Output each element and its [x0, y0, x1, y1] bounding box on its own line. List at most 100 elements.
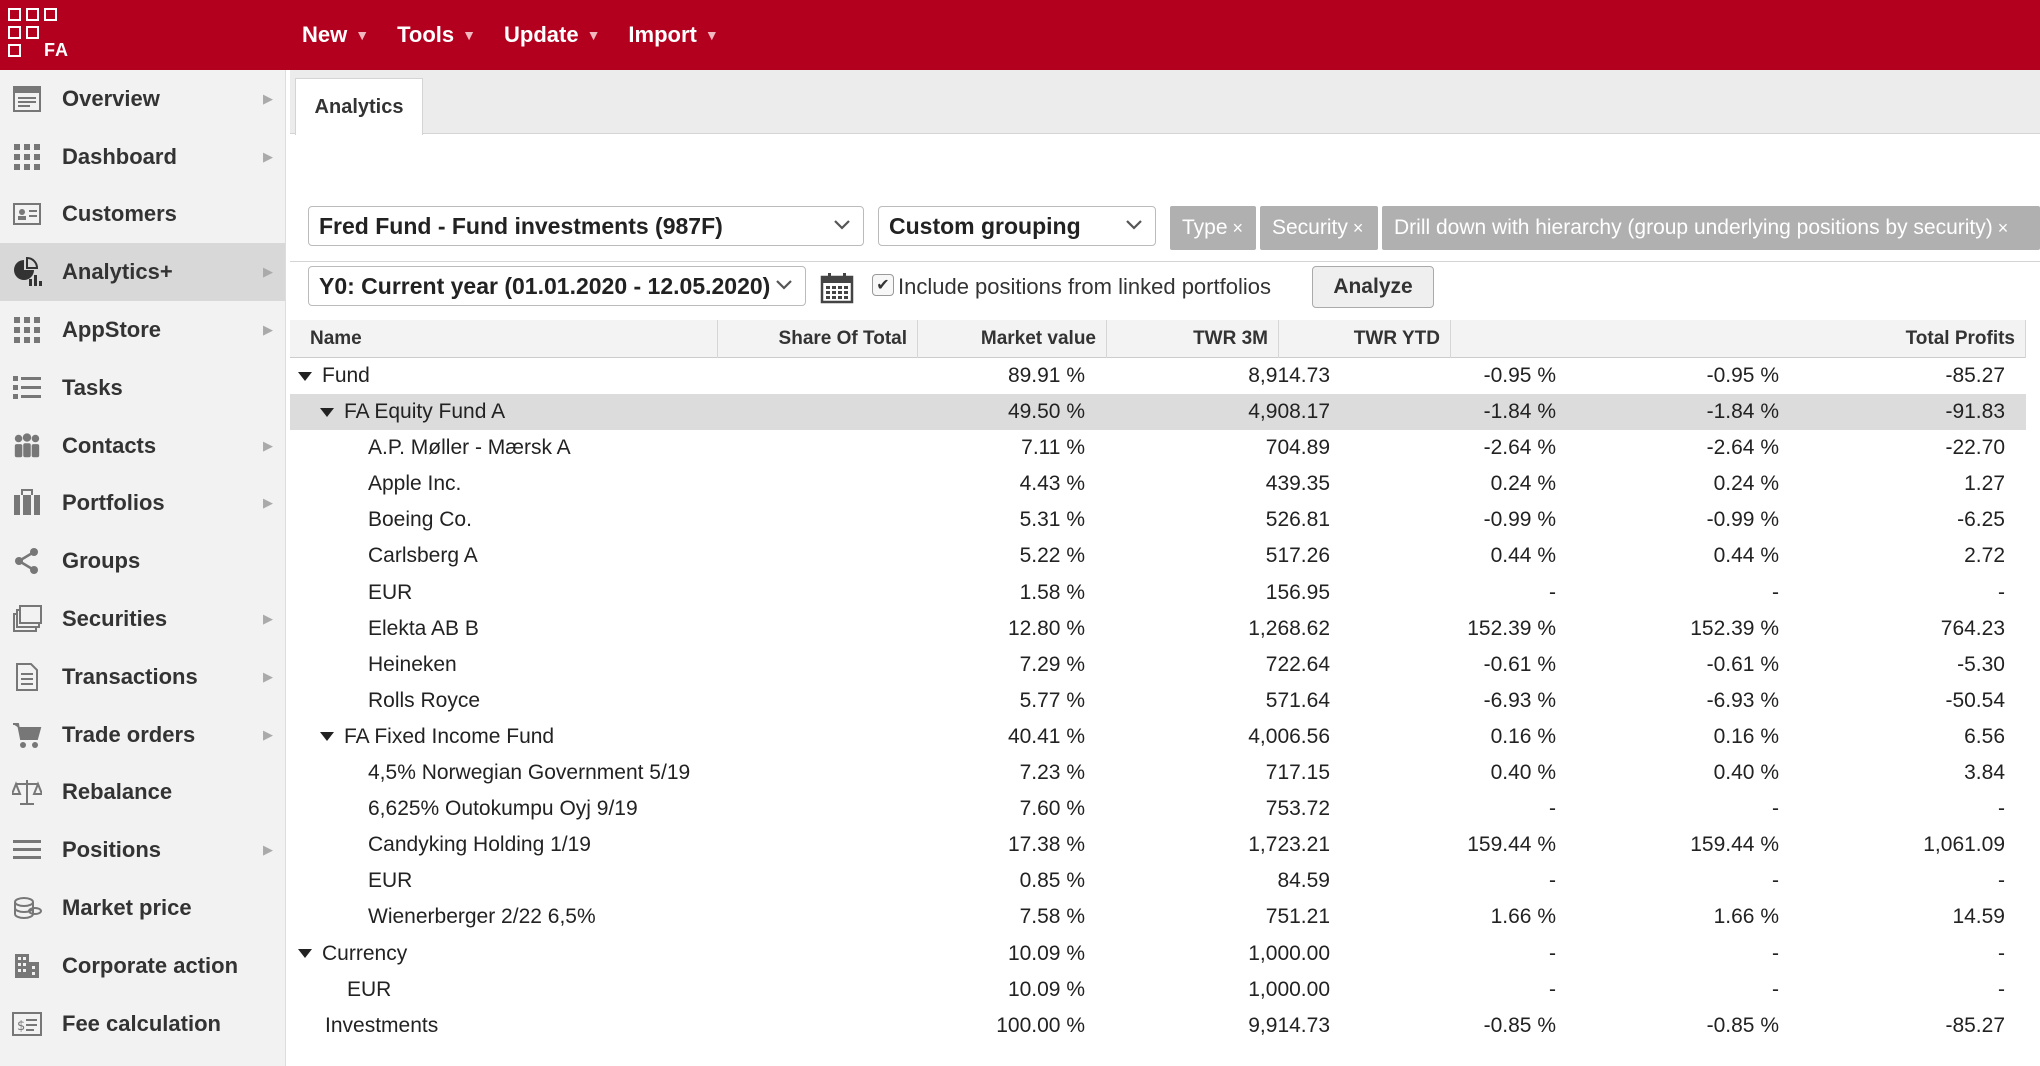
- table-row[interactable]: Wienerberger 2/22 6,5% 7.58 % 751.21 1.66 %…: [290, 899, 2026, 935]
- column-header-share-of-total[interactable]: Share Of Total: [718, 320, 918, 358]
- table-row[interactable]: 4,5% Norwegian Government 5/19 7.23 % 717.…: [290, 755, 2026, 791]
- remove-tag-icon[interactable]: ×: [1233, 218, 1244, 239]
- sidebar-item-tasks[interactable]: Tasks: [0, 359, 285, 417]
- sidebar-item-dashboard[interactable]: Dashboard ▶: [0, 128, 285, 186]
- table-row[interactable]: Boeing Co. 5.31 % 526.81 -0.99 % -0.99 % -6.2…: [290, 502, 2026, 538]
- cell-twr3m: 152.39 %: [1467, 616, 1556, 640]
- period-select[interactable]: Y0: Current year (01.01.2020 - 12.05.202…: [308, 266, 806, 306]
- fa-logo[interactable]: FA: [8, 8, 68, 60]
- grouping-tag-security[interactable]: Security ×: [1260, 206, 1378, 250]
- table-row[interactable]: Carlsberg A 5.22 % 517.26 0.44 % 0.44 % 2.72: [290, 538, 2026, 574]
- sidebar-item-analytics[interactable]: Analytics+ ▶: [0, 243, 285, 302]
- menu-update[interactable]: Update ▼: [504, 22, 600, 48]
- table-row[interactable]: EUR 1.58 % 156.95 - - -: [290, 575, 2026, 611]
- cell-mv: 722.64: [1265, 652, 1330, 676]
- sidebar-item-contacts[interactable]: Contacts ▶: [0, 417, 285, 475]
- include-linked-checkbox[interactable]: ✔: [872, 274, 894, 296]
- sidebar-item-fee-calculation[interactable]: $ Fee calculation: [0, 995, 285, 1053]
- table-row[interactable]: EUR 0.85 % 84.59 - - -: [290, 863, 2026, 899]
- cell-twr3m: 0.40 %: [1490, 761, 1556, 785]
- column-header-twr-ytd[interactable]: TWR YTD: [1279, 320, 1451, 358]
- row-name-cell: EUR: [368, 575, 412, 611]
- cell-twr3m: -2.64 %: [1483, 436, 1556, 460]
- sidebar-item-label: Overview: [62, 85, 160, 111]
- chevron-right-icon: ▶: [263, 495, 273, 511]
- portfolio-select[interactable]: Fred Fund - Fund investments (987F): [308, 206, 864, 246]
- analyze-button[interactable]: Analyze: [1312, 266, 1434, 308]
- collapse-toggle-icon[interactable]: [298, 949, 312, 958]
- logo-square: [44, 8, 57, 21]
- logo-square: [8, 8, 21, 21]
- sidebar-item-transactions[interactable]: Transactions ▶: [0, 648, 285, 706]
- row-name: Apple Inc.: [368, 472, 462, 496]
- collapse-toggle-icon[interactable]: [320, 732, 334, 742]
- row-name: Carlsberg A: [368, 544, 478, 568]
- grouping-select[interactable]: Custom grouping: [878, 206, 1156, 246]
- sidebar-item-appstore[interactable]: AppStore ▶: [0, 301, 285, 359]
- table-row[interactable]: 6,625% Outokumpu Oyj 9/19 7.60 % 753.72 - - -: [290, 791, 2026, 827]
- sidebar-item-securities[interactable]: Securities ▶: [0, 590, 285, 648]
- table-row[interactable]: Fund 89.91 % 8,914.73 -0.95 % -0.95 % -85.27: [290, 358, 2026, 394]
- menu-tools[interactable]: Tools ▼: [397, 22, 476, 48]
- cell-mv: 526.81: [1265, 508, 1330, 532]
- calendar-icon[interactable]: [820, 272, 854, 304]
- chevron-down-icon: ▼: [704, 27, 719, 43]
- sidebar-item-trade-orders[interactable]: Trade orders ▶: [0, 706, 285, 764]
- table-row[interactable]: FA Equity Fund A 49.50 % 4,908.17 -1.84 % -1…: [290, 394, 2026, 431]
- row-name: 6,625% Outokumpu Oyj 9/19: [368, 797, 638, 821]
- grouping-tag-type[interactable]: Type ×: [1170, 206, 1256, 250]
- cell-mv: 8,914.73: [1248, 364, 1330, 387]
- sidebar-item-market-price[interactable]: Market price: [0, 879, 285, 937]
- sidebar-item-customers[interactable]: Customers: [0, 186, 285, 244]
- chevron-down-icon: [834, 220, 850, 230]
- column-header-market-value[interactable]: Market value: [918, 320, 1107, 358]
- chevron-right-icon: ▶: [263, 842, 273, 858]
- column-header-name[interactable]: Name: [290, 320, 718, 358]
- column-header-total-profits[interactable]: Total Profits: [1451, 320, 2026, 358]
- row-name-cell: Wienerberger 2/22 6,5%: [368, 899, 596, 935]
- sidebar-item-positions[interactable]: Positions ▶: [0, 821, 285, 879]
- table-row[interactable]: Heineken 7.29 % 722.64 -0.61 % -0.61 % -5.30: [290, 647, 2026, 683]
- remove-tag-icon[interactable]: ×: [1353, 218, 1364, 239]
- column-header-twr-3m[interactable]: TWR 3M: [1107, 320, 1279, 358]
- cell-twr3m: -: [1549, 941, 1556, 965]
- cell-mv: 571.64: [1265, 688, 1330, 712]
- row-name-cell: Heineken: [368, 647, 457, 683]
- cell-twr3m: -: [1549, 977, 1556, 1001]
- remove-tag-icon[interactable]: ×: [1998, 218, 2009, 239]
- cell-mv: 156.95: [1265, 580, 1330, 604]
- sidebar-item-groups[interactable]: Groups: [0, 532, 285, 590]
- include-linked-label: Include positions from linked portfolios: [898, 274, 1271, 299]
- sidebar: Overview ▶ Dashboard ▶ Customers Analytics+ ▶ A…: [0, 70, 286, 1066]
- cell-share: 17.38 %: [1007, 833, 1085, 857]
- table-row[interactable]: Elekta AB B 12.80 % 1,268.62 152.39 % 152.39…: [290, 611, 2026, 647]
- table-row[interactable]: Apple Inc. 4.43 % 439.35 0.24 % 0.24 % 1.27: [290, 466, 2026, 502]
- grouping-tag-drilldown[interactable]: Drill down with hierarchy (group underly…: [1382, 206, 2040, 250]
- sidebar-item-overview[interactable]: Overview ▶: [0, 70, 285, 128]
- table-row[interactable]: A.P. Møller - Mærsk A 7.11 % 704.89 -2.64 %…: [290, 430, 2026, 466]
- table-row[interactable]: Rolls Royce 5.77 % 571.64 -6.93 % -6.93 % -50…: [290, 683, 2026, 719]
- cell-share: 89.91 %: [1007, 364, 1085, 387]
- cell-share: 12.80 %: [1007, 616, 1085, 640]
- logo-square: [8, 44, 21, 57]
- collapse-toggle-icon[interactable]: [320, 407, 334, 417]
- row-name-cell: EUR: [368, 863, 412, 899]
- table-row[interactable]: FA Fixed Income Fund 40.41 % 4,006.56 0.16 …: [290, 719, 2026, 755]
- menu-new[interactable]: New ▼: [302, 22, 369, 48]
- menu-import[interactable]: Import ▼: [628, 22, 718, 48]
- cell-twr3m: 0.24 %: [1490, 472, 1556, 496]
- table-row[interactable]: EUR 10.09 % 1,000.00 - - -: [290, 972, 2026, 1008]
- document-icon: [12, 662, 42, 692]
- sidebar-item-rebalance[interactable]: Rebalance: [0, 764, 285, 822]
- table-row[interactable]: Currency 10.09 % 1,000.00 - - -: [290, 936, 2026, 972]
- cell-twrytd: -2.64 %: [1706, 436, 1779, 460]
- sidebar-item-corporate-action[interactable]: Corporate action: [0, 937, 285, 995]
- table-row[interactable]: Candyking Holding 1/19 17.38 % 1,723.21 159…: [290, 827, 2026, 863]
- collapse-toggle-icon[interactable]: [298, 371, 312, 381]
- row-name: FA Equity Fund A: [344, 400, 506, 424]
- cell-share: 1.58 %: [1019, 580, 1085, 604]
- table-row[interactable]: Investments 100.00 % 9,914.73 -0.85 % -0.85 …: [290, 1008, 2026, 1044]
- sidebar-item-portfolios[interactable]: Portfolios ▶: [0, 475, 285, 533]
- sidebar-item-label: Portfolios: [62, 490, 165, 516]
- tab-analytics[interactable]: Analytics: [295, 78, 423, 135]
